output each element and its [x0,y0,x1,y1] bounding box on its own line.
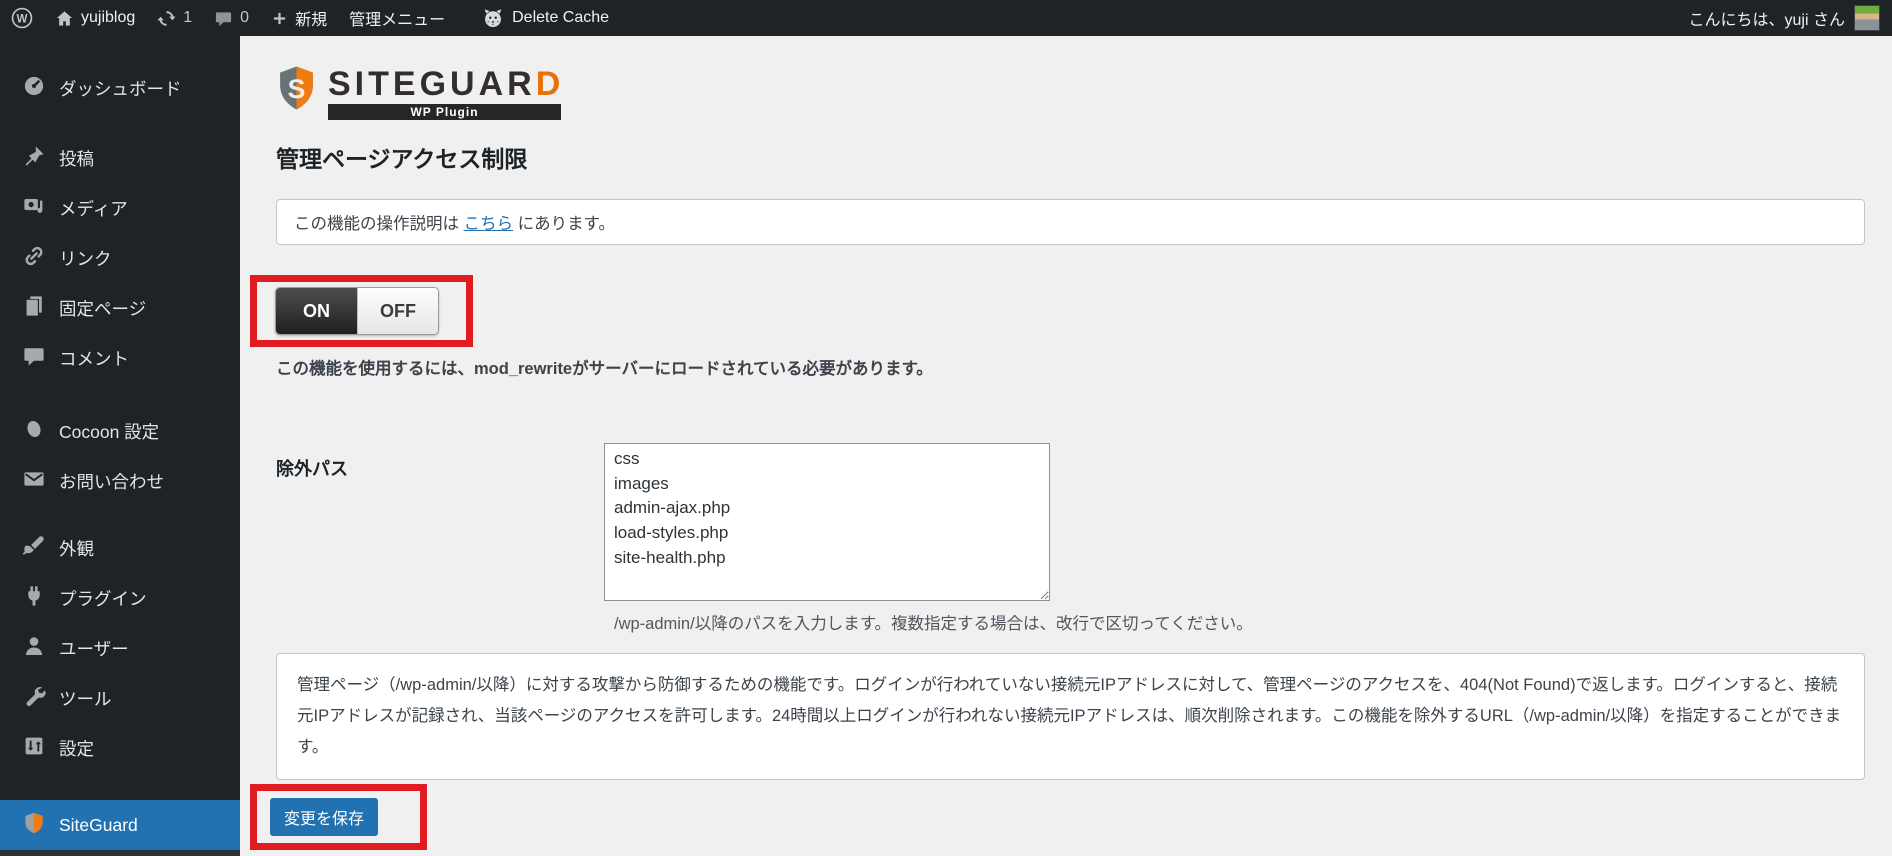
pushpin-icon [22,144,46,173]
sidebar-item-users[interactable]: ユーザー [0,623,240,673]
sidebar-item-comments[interactable]: コメント [0,333,240,383]
dashboard-icon [22,74,46,103]
sidebar-item-label: 設定 [59,738,94,759]
sidebar-item-media[interactable]: メディア [0,183,240,233]
sidebar-item-label: 固定ページ [59,298,147,319]
toggle-on-button[interactable]: ON [276,288,357,334]
sidebar-item-tools[interactable]: ツール [0,673,240,723]
brand-accent-letter: D [535,65,565,103]
admin-menu-label: 管理メニュー [349,12,446,29]
media-icon [22,194,46,223]
sidebar-item-plugins[interactable]: プラグイン [0,573,240,623]
new-label: 新規 [295,12,328,29]
exclude-path-label: 除外パス [276,459,348,479]
main-content: S SITEGUARD WP Plugin 管理ページアクセス制限 この機能の操… [240,36,1892,854]
comments-link[interactable]: 0 [203,0,260,36]
user-icon [22,634,46,663]
greeting-text[interactable]: こんにちは、yuji さん [1689,6,1845,30]
help-link[interactable]: こちら [464,215,514,233]
exclude-path-row: 除外パス css images admin-ajax.php load-styl… [276,443,1865,601]
updates-link[interactable]: 1 [146,0,203,36]
siteguard-logo: S SITEGUARD WP Plugin [276,58,1865,124]
shield-icon [22,811,46,840]
sidebar-item-cocoon-settings[interactable]: Cocoon 設定 [0,406,240,456]
sidebar-item-label: ユーザー [59,638,129,659]
sidebar-item-label: プラグイン [59,588,147,609]
siteguard-shield-logo-icon: S [276,58,317,125]
red-annotation-toggle: ON OFF [250,275,473,347]
cocoon-icon [22,417,46,446]
sidebar-item-label: ダッシュボード [59,78,182,99]
sidebar-item-label: 外観 [59,538,94,559]
sidebar-item-label: 投稿 [59,148,94,169]
page-title: 管理ページアクセス制限 [276,146,528,172]
plug-icon [22,584,46,613]
sidebar-item-label: ツール [59,688,112,709]
sidebar-item-settings[interactable]: 設定 [0,723,240,773]
feature-toggle: ON OFF [275,287,439,335]
delete-cache-label: Delete Cache [512,9,610,26]
mail-icon [22,467,46,496]
wordpress-logo[interactable]: W [0,0,44,36]
sidebar-menu: ダッシュボード 投稿 メディア リンク 固定ページ コメント Cocoon 設定… [0,36,252,856]
comment-count: 0 [240,9,250,26]
updates-icon [157,9,176,28]
svg-text:W: W [17,13,28,25]
link-icon [22,244,46,273]
admin-menu-link[interactable]: 管理メニュー [338,0,456,36]
brand-wordmark: SITEGUARD [328,65,565,103]
sidebar-top-spacer [0,36,240,63]
sidebar-item-appearance[interactable]: 外観 [0,523,240,573]
sidebar-item-links[interactable]: リンク [0,233,240,283]
sidebar-item-label: コメント [59,348,129,369]
sidebar-item-label: メディア [59,198,128,219]
sidebar-item-pages[interactable]: 固定ページ [0,283,240,333]
sidebar-submenu-strip [0,850,240,856]
sidebar-item-dashboard[interactable]: ダッシュボード [0,63,240,113]
sidebar-item-label: リンク [59,248,112,269]
avatar[interactable] [1854,5,1880,31]
comments-bubble-icon [214,9,233,28]
delete-cache-link[interactable]: Delete Cache [470,0,620,36]
site-name-label: yujiblog [81,9,136,26]
sidebar-item-label: SiteGuard [59,814,138,835]
exclude-path-textarea[interactable]: css images admin-ajax.php load-styles.ph… [604,443,1050,601]
help-notice-prefix: この機能の操作説明は [294,215,464,233]
svg-text:S: S [288,74,306,104]
plus-icon [271,10,288,27]
sidebar-item-label: Cocoon 設定 [59,421,160,442]
brand-subtitle: WP Plugin [328,104,561,120]
sidebar-item-posts[interactable]: 投稿 [0,133,240,183]
wordpress-logo-icon: W [11,7,33,29]
sidebar-item-siteguard[interactable]: SiteGuard [0,800,252,850]
admin-bar: W yujiblog 1 0 新規 管理メニュー Delete Cache こん… [0,0,1892,36]
home-icon [55,9,74,28]
new-content-link[interactable]: 新規 [260,0,338,36]
help-notice-box: この機能の操作説明は こちら にあります。 [276,199,1865,245]
site-name-link[interactable]: yujiblog [44,0,146,36]
comment-icon [22,344,46,373]
save-button[interactable]: 変更を保存 [270,798,379,836]
feature-description-box: 管理ページ（/wp-admin/以降）に対する攻撃から防御するための機能です。ロ… [276,653,1865,780]
delete-cache-icon [481,6,505,30]
update-count: 1 [183,9,193,26]
sidebar-item-label: お問い合わせ [59,471,164,492]
toggle-off-button[interactable]: OFF [357,288,438,334]
sidebar-item-contact[interactable]: お問い合わせ [0,456,240,506]
wrench-icon [22,684,46,713]
sliders-icon [22,734,46,763]
paintbrush-icon [22,534,46,563]
pages-icon [22,294,46,323]
exclude-path-help: /wp-admin/以降のパスを入力します。複数指定する場合は、改行で区切ってく… [614,615,1253,633]
mod-rewrite-note: この機能を使用するには、mod_rewriteがサーバーにロードされている必要が… [276,360,933,378]
red-annotation-save: 変更を保存 [250,784,428,850]
help-notice-suffix: にあります。 [513,215,616,233]
